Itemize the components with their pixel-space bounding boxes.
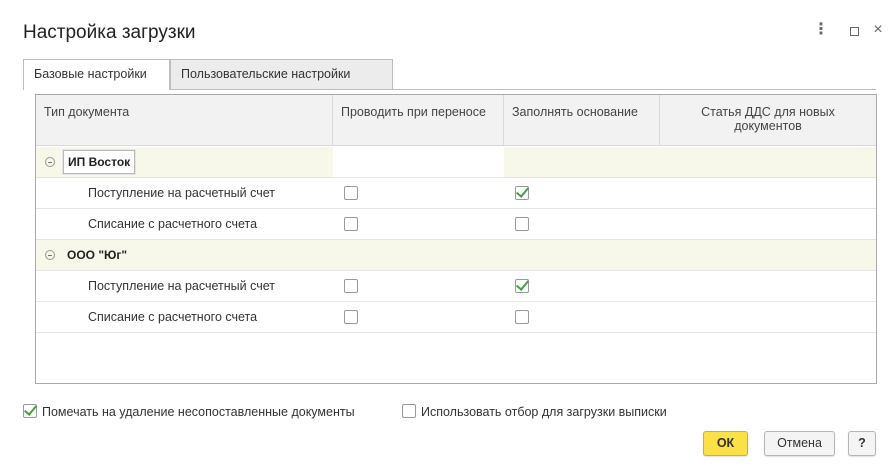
doc-type-label: Поступление на расчетный счет (88, 279, 275, 293)
dds-item-cell[interactable] (660, 271, 876, 301)
group-row[interactable]: ИП Восток (36, 147, 876, 178)
dds-item-cell[interactable] (660, 178, 876, 208)
fill-basis-checkbox[interactable] (515, 279, 529, 293)
group-name: ИП Восток (63, 150, 136, 174)
close-icon[interactable]: × (869, 22, 887, 38)
help-button[interactable]: ? (848, 431, 876, 456)
ok-button[interactable]: ОК (703, 431, 748, 456)
collapse-icon[interactable] (45, 250, 55, 260)
group-post-cell (333, 240, 504, 270)
table-row[interactable]: Списание с расчетного счета (36, 209, 876, 240)
mark-delete-option[interactable]: Помечать на удаление несопоставленные до… (23, 404, 355, 420)
cancel-button[interactable]: Отмена (764, 431, 835, 456)
fill-basis-checkbox[interactable] (515, 310, 529, 324)
more-actions-icon[interactable]: ⋮ (812, 22, 830, 38)
group-dds-cell (660, 240, 876, 270)
column-header-dds-item[interactable]: Статья ДДС для новых документов (660, 95, 876, 146)
column-header-fill-basis[interactable]: Заполнять основание (504, 95, 660, 146)
post-checkbox[interactable] (344, 279, 358, 293)
use-filter-checkbox[interactable] (402, 404, 416, 418)
doc-type-label: Списание с расчетного счета (88, 310, 258, 324)
table-row[interactable]: Поступление на расчетный счет (36, 271, 876, 302)
collapse-icon[interactable] (45, 157, 55, 167)
post-checkbox[interactable] (344, 217, 358, 231)
group-fill-basis-cell (504, 147, 660, 177)
group-dds-cell (660, 147, 876, 177)
table-row[interactable]: Поступление на расчетный счет (36, 178, 876, 209)
group-fill-basis-cell (504, 240, 660, 270)
group-post-cell (333, 147, 504, 177)
column-header-doc-type[interactable]: Тип документа (36, 95, 333, 146)
group-name: ООО "Юг" (67, 248, 128, 262)
dds-item-cell[interactable] (660, 209, 876, 239)
fill-basis-checkbox[interactable] (515, 186, 529, 200)
dds-item-cell[interactable] (660, 302, 876, 332)
window-title: Настройка загрузки (23, 22, 196, 43)
title-bar: Настройка загрузки ⋮ × (0, 0, 889, 52)
doc-type-label: Поступление на расчетный счет (88, 186, 275, 200)
doc-type-label: Списание с расчетного счета (88, 217, 258, 231)
fill-basis-checkbox[interactable] (515, 217, 529, 231)
maximize-icon[interactable] (845, 22, 863, 38)
tab-user-settings[interactable]: Пользовательские настройки (170, 59, 393, 89)
use-filter-label: Использовать отбор для загрузки выписки (421, 405, 667, 419)
post-checkbox[interactable] (344, 186, 358, 200)
tab-basic-settings[interactable]: Базовые настройки (23, 59, 170, 90)
table-row[interactable]: Списание с расчетного счета (36, 302, 876, 333)
use-filter-option[interactable]: Использовать отбор для загрузки выписки (402, 404, 667, 420)
mark-delete-checkbox[interactable] (23, 404, 37, 418)
post-checkbox[interactable] (344, 310, 358, 324)
document-settings-table[interactable]: Тип документа Проводить при переносе Зап… (35, 94, 877, 384)
table-header: Тип документа Проводить при переносе Зап… (36, 95, 876, 146)
mark-delete-label: Помечать на удаление несопоставленные до… (42, 405, 355, 419)
group-row[interactable]: ООО "Юг" (36, 240, 876, 271)
column-header-post[interactable]: Проводить при переносе (333, 95, 504, 146)
